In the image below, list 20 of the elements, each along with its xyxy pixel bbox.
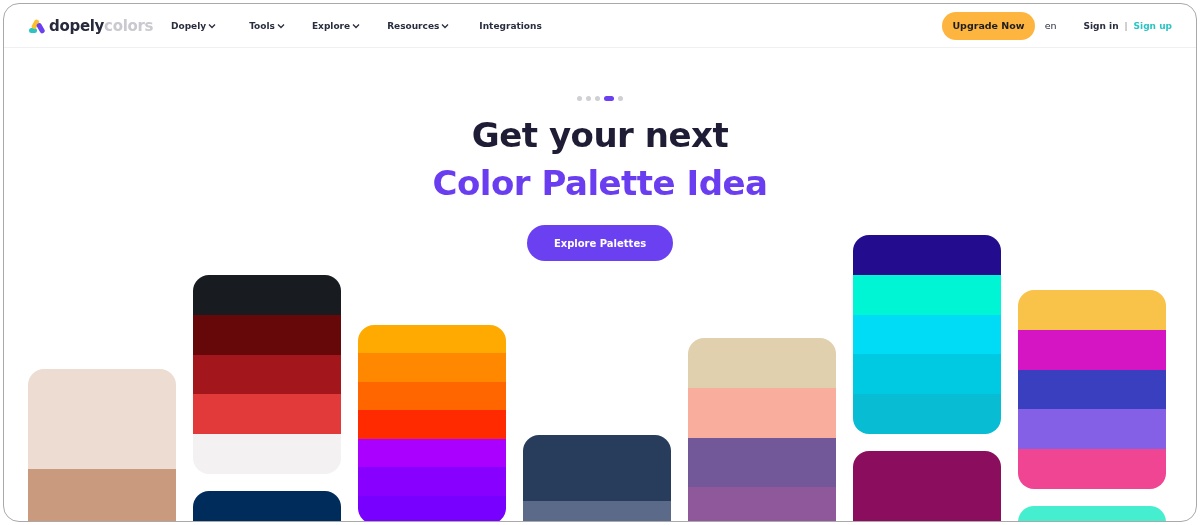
logo-wordmark[interactable]: dopelycolors [49,16,154,35]
nav-menu-item[interactable]: Integrations [479,20,542,31]
carousel-dot[interactable] [618,96,623,101]
upgrade-button[interactable]: Upgrade Now [942,11,1035,40]
palette-card[interactable] [853,235,1001,434]
sign-in-link[interactable]: Sign in [1083,20,1119,31]
palette-card[interactable] [193,275,341,474]
carousel-dot[interactable] [595,96,600,101]
nav-menu-item[interactable]: Resources [387,20,450,31]
hero-title: Get your next [471,115,729,155]
carousel-dot[interactable] [586,96,591,101]
nav-menu-item[interactable]: Dopely [171,20,217,31]
carousel-dot[interactable] [577,96,582,101]
logo-icon [28,17,46,34]
separator: | [1124,20,1128,31]
explore-palettes-button[interactable]: Explore Palettes [527,225,673,261]
hero-subtitle: Color Palette Idea [432,163,768,203]
nav-menu-item[interactable]: Tools [249,20,285,31]
language-selector[interactable]: en [1044,20,1057,31]
nav-menu-item[interactable]: Explore [311,20,361,31]
